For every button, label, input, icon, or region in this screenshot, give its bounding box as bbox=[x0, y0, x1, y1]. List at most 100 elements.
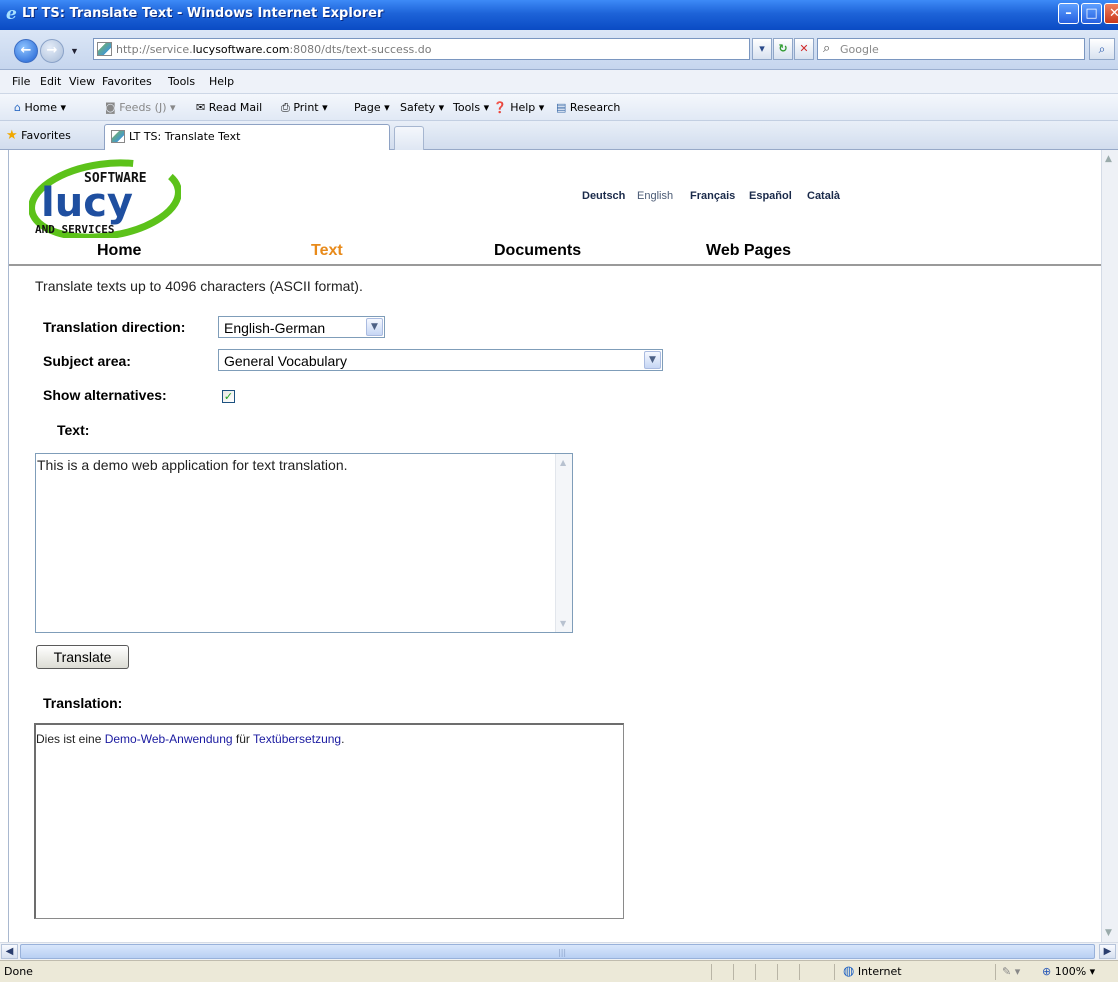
forward-button[interactable]: → bbox=[40, 39, 64, 63]
protected-mode-icon[interactable]: ✎ ▾ bbox=[1002, 965, 1020, 978]
checkmark-icon: ✓ bbox=[223, 390, 234, 403]
tab-label: LT TS: Translate Text bbox=[129, 130, 241, 143]
back-button[interactable]: ← bbox=[14, 39, 38, 63]
subject-area-label: Subject area: bbox=[43, 353, 131, 369]
status-bar: Done ◍ Internet ✎ ▾ ⊕ 100% ▾ bbox=[0, 960, 1118, 982]
menu-tools[interactable]: Tools bbox=[168, 75, 195, 88]
menu-bar: File Edit View Favorites Tools Help bbox=[0, 70, 1118, 94]
feeds-button[interactable]: ◙ Feeds (J) ▾ bbox=[105, 101, 176, 114]
close-window-button[interactable]: ✕ bbox=[1104, 3, 1118, 24]
translation-output: Dies ist eine Demo-Web-Anwendung für Tex… bbox=[34, 723, 624, 919]
translation-direction-select[interactable]: English-German ▼ bbox=[218, 316, 385, 338]
new-tab-button[interactable] bbox=[394, 126, 424, 150]
show-alternatives-checkbox[interactable]: ✓ bbox=[222, 390, 235, 403]
scroll-up-icon[interactable]: ▲ bbox=[1105, 154, 1112, 164]
menu-help[interactable]: Help bbox=[209, 75, 234, 88]
page-favicon-icon bbox=[97, 42, 112, 56]
nav-documents[interactable]: Documents bbox=[494, 242, 581, 260]
page-horizontal-scrollbar[interactable]: ◀ ||| ▶ bbox=[0, 942, 1118, 960]
home-button[interactable]: ⌂ Home ▾ bbox=[14, 101, 66, 114]
horizontal-scroll-thumb[interactable]: ||| bbox=[20, 944, 1095, 959]
print-icon: ⎙ bbox=[281, 101, 290, 114]
page-menu-button[interactable]: Page ▾ bbox=[354, 101, 390, 114]
page-viewport: SOFTWARE lucy AND SERVICES Deutsch Engli… bbox=[8, 150, 1101, 942]
menu-file[interactable]: File bbox=[12, 75, 30, 88]
menu-edit[interactable]: Edit bbox=[40, 75, 61, 88]
home-icon: ⌂ bbox=[14, 101, 21, 114]
nav-web-pages[interactable]: Web Pages bbox=[706, 242, 791, 260]
status-text: Done bbox=[4, 965, 33, 978]
source-text-scrollbar[interactable]: ▲ ▼ bbox=[555, 454, 572, 632]
command-bar: ⌂ Home ▾ ◙ Feeds (J) ▾ ✉ Read Mail ⎙ Pri… bbox=[0, 94, 1118, 121]
recent-pages-dropdown-icon[interactable]: ▼ bbox=[70, 46, 79, 56]
source-text-value: This is a demo web application for text … bbox=[37, 457, 348, 473]
translation-label: Translation: bbox=[43, 695, 123, 711]
stop-button[interactable]: ✕ bbox=[794, 38, 814, 60]
maximize-icon: □ bbox=[1085, 6, 1098, 21]
nav-text[interactable]: Text bbox=[311, 242, 343, 260]
alternative-link[interactable]: Textübersetzung bbox=[253, 732, 341, 746]
subject-area-value: General Vocabulary bbox=[224, 353, 347, 369]
tools-menu-button[interactable]: Tools ▾ bbox=[453, 101, 489, 114]
menu-favorites[interactable]: Favorites bbox=[102, 75, 152, 88]
favorites-star-icon: ★ bbox=[6, 128, 18, 143]
nav-divider bbox=[9, 264, 1101, 266]
chevron-down-icon[interactable]: ▼ bbox=[644, 351, 661, 369]
scroll-up-icon[interactable]: ▲ bbox=[560, 458, 566, 467]
favorites-bar: ★ Favorites LT TS: Translate Text bbox=[0, 121, 1118, 150]
favorites-button[interactable]: ★ Favorites bbox=[6, 128, 71, 143]
zoom-level[interactable]: ⊕ 100% ▾ bbox=[1042, 965, 1095, 978]
lang-english[interactable]: English bbox=[637, 190, 673, 202]
search-placeholder: Google bbox=[840, 43, 879, 56]
lang-espanol[interactable]: Español bbox=[749, 190, 792, 202]
translation-direction-label: Translation direction: bbox=[43, 319, 186, 335]
intro-text: Translate texts up to 4096 characters (A… bbox=[35, 278, 363, 294]
refresh-button[interactable]: ↻ bbox=[773, 38, 793, 60]
research-icon: ▤ bbox=[556, 101, 567, 114]
show-alternatives-label: Show alternatives: bbox=[43, 387, 167, 403]
translation-text: Dies ist eine Demo-Web-Anwendung für Tex… bbox=[36, 732, 345, 746]
tab-translate-text[interactable]: LT TS: Translate Text bbox=[104, 124, 390, 150]
read-mail-button[interactable]: ✉ Read Mail bbox=[196, 101, 262, 114]
search-field[interactable]: ⌕ Google bbox=[817, 38, 1085, 60]
research-button[interactable]: ▤ Research bbox=[556, 101, 620, 114]
alternative-link[interactable]: Demo-Web-Anwendung bbox=[105, 732, 233, 746]
minimize-button[interactable]: – bbox=[1058, 3, 1079, 24]
chevron-down-icon[interactable]: ▼ bbox=[366, 318, 383, 336]
scroll-left-icon[interactable]: ◀ bbox=[1, 944, 18, 959]
security-zone[interactable]: ◍ Internet bbox=[843, 964, 902, 979]
search-provider-icon: ⌕ bbox=[823, 41, 831, 56]
address-toolbar: ← → ▼ http://service.lucysoftware.com:80… bbox=[0, 30, 1118, 70]
lang-catala[interactable]: Català bbox=[807, 190, 840, 202]
nav-home[interactable]: Home bbox=[97, 242, 141, 260]
lang-deutsch[interactable]: Deutsch bbox=[582, 190, 625, 202]
feeds-icon: ◙ bbox=[105, 101, 116, 114]
lucy-logo: SOFTWARE lucy AND SERVICES bbox=[29, 159, 181, 238]
help-menu-button[interactable]: ❓ Help ▾ bbox=[493, 101, 544, 114]
scroll-down-icon[interactable]: ▼ bbox=[1105, 928, 1112, 938]
zoom-icon: ⊕ bbox=[1042, 965, 1052, 978]
minimize-icon: – bbox=[1065, 6, 1072, 21]
subject-area-select[interactable]: General Vocabulary ▼ bbox=[218, 349, 663, 371]
search-button[interactable]: ⌕ bbox=[1089, 38, 1115, 60]
page-vertical-scrollbar[interactable]: ▲ ▼ bbox=[1101, 150, 1118, 942]
help-icon: ❓ bbox=[493, 101, 507, 114]
address-url[interactable]: http://service.lucysoftware.com:8080/dts… bbox=[116, 43, 432, 56]
window-title-bar[interactable]: e LT TS: Translate Text - Windows Intern… bbox=[0, 0, 1118, 30]
source-text-area[interactable]: This is a demo web application for text … bbox=[35, 453, 573, 633]
globe-icon: ◍ bbox=[843, 964, 855, 979]
maximize-button[interactable]: □ bbox=[1081, 3, 1102, 24]
tab-favicon-icon bbox=[111, 130, 125, 143]
print-button[interactable]: ⎙ Print ▾ bbox=[281, 101, 328, 115]
logo-lucy-text: lucy bbox=[41, 180, 133, 226]
text-label: Text: bbox=[57, 422, 90, 438]
scroll-right-icon[interactable]: ▶ bbox=[1099, 944, 1116, 959]
translate-button[interactable]: Translate bbox=[36, 645, 129, 669]
address-field[interactable]: http://service.lucysoftware.com:8080/dts… bbox=[93, 38, 750, 60]
safety-menu-button[interactable]: Safety ▾ bbox=[400, 101, 444, 114]
window-title: LT TS: Translate Text - Windows Internet… bbox=[22, 6, 384, 21]
lang-francais[interactable]: Français bbox=[690, 190, 735, 202]
scroll-down-icon[interactable]: ▼ bbox=[560, 619, 566, 628]
address-dropdown-button[interactable]: ▾ bbox=[752, 38, 772, 60]
menu-view[interactable]: View bbox=[69, 75, 95, 88]
